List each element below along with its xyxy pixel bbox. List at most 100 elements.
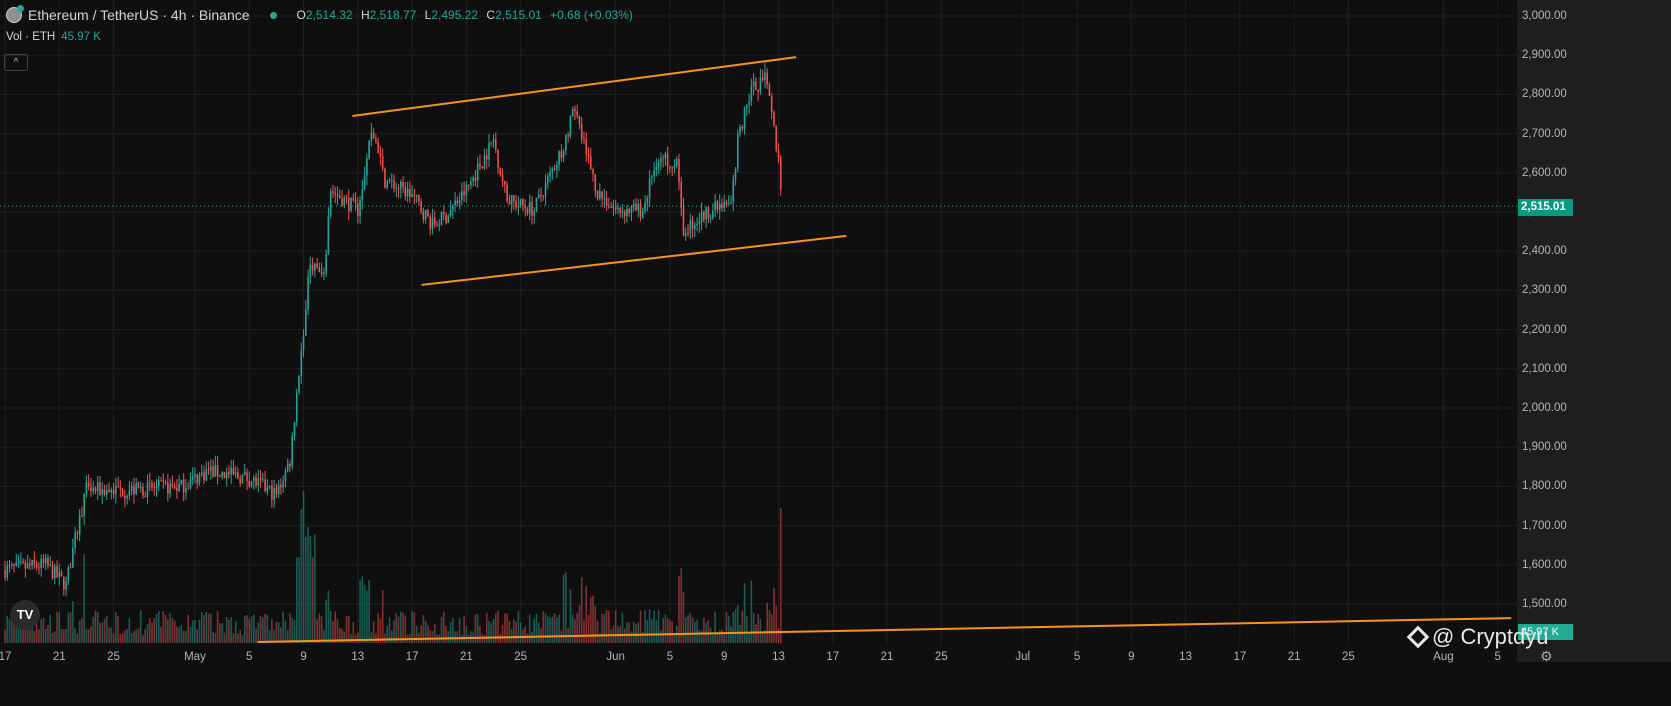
volume-bar [682, 591, 685, 643]
volume-bar [350, 634, 352, 643]
volume-bar [433, 624, 436, 643]
volume-bar [750, 580, 753, 643]
candle-body [171, 483, 174, 487]
candle-body [433, 217, 436, 225]
candle-body [10, 564, 13, 566]
candle-body [345, 197, 348, 199]
candle-body [485, 155, 488, 160]
candle-body [519, 199, 522, 206]
candle-body [219, 476, 221, 478]
volume-bar [727, 616, 730, 643]
time-tick-label: 17 [826, 651, 840, 663]
volume-bar [216, 611, 219, 643]
volume-bar [232, 633, 235, 643]
candle-body [725, 201, 728, 205]
price-axis[interactable]: 3,000.00 2,900.00 2,800.00 2,700.00 2,600.00… [1517, 0, 1671, 662]
price-chart[interactable] [0, 0, 1517, 662]
candle-body [696, 223, 698, 226]
candle-body [257, 478, 260, 486]
price-tick-label: 2,100.00 [1522, 362, 1567, 375]
candle-body [452, 205, 454, 211]
volume-bar [626, 622, 628, 643]
candle-body [137, 482, 140, 488]
volume-bar [666, 618, 669, 643]
price-tick-label: 3,000.00 [1522, 10, 1567, 22]
candle-body [770, 95, 773, 113]
candle-body [112, 489, 115, 495]
candle-body [723, 201, 726, 209]
volume-bar [743, 582, 746, 643]
candle-body [551, 168, 554, 172]
candle-body [295, 392, 298, 423]
candle-body [651, 176, 653, 179]
volume-bar [307, 527, 309, 643]
volume-bar [124, 630, 126, 643]
candle-body [336, 194, 339, 196]
candle-body [768, 84, 771, 96]
volume-bar [537, 622, 540, 643]
candle-body [637, 203, 640, 211]
volume-bar [191, 620, 194, 643]
candle-body [427, 209, 429, 217]
candle-body [617, 207, 619, 210]
volume-bar [519, 622, 522, 643]
volume-bar [603, 613, 606, 643]
volume-bar [614, 610, 617, 643]
volume-bar [714, 611, 716, 643]
volume-bar [605, 610, 608, 643]
volume-bar [223, 632, 226, 643]
volume-bar [225, 616, 228, 643]
volume-bar [160, 626, 162, 643]
price-tick-label: 1,700.00 [1522, 519, 1567, 532]
candle-body [449, 210, 452, 216]
candle-body [418, 195, 420, 202]
candle-body [110, 489, 113, 493]
volume-bar [601, 614, 603, 643]
candle-body [144, 495, 147, 497]
candle-body [479, 163, 481, 167]
volume-bar [185, 630, 187, 643]
market-status-icon [269, 11, 277, 19]
candle-body [316, 263, 318, 268]
candle-body [524, 205, 526, 209]
volume-bar [167, 619, 169, 643]
volume-bar [230, 617, 232, 643]
candle-body [406, 188, 409, 197]
time-tick-label: 5 [1073, 651, 1081, 663]
candle-body [574, 109, 576, 112]
candle-body [623, 211, 626, 216]
volume-bar [759, 618, 762, 643]
volume-bar [115, 612, 117, 643]
candle-body [614, 207, 617, 210]
settings-icon[interactable]: ⚙ [1540, 648, 1553, 665]
candle-body [470, 181, 472, 186]
volume-bar [83, 553, 85, 643]
candle-body [580, 124, 583, 140]
candle-body [397, 187, 400, 189]
volume-bar [221, 622, 223, 643]
candle-body [684, 232, 687, 236]
volume-bar [108, 627, 110, 643]
candle-body [465, 184, 468, 196]
volume-bar [368, 580, 370, 643]
volume-bar [734, 608, 737, 643]
volume-bar [698, 629, 701, 643]
volume-bar [716, 633, 719, 643]
symbol-title[interactable]: Ethereum / TetherUS · 4h · Binance [28, 7, 250, 23]
tradingview-logo[interactable]: TV [10, 600, 40, 630]
candle-body [375, 138, 377, 142]
candle-body [162, 480, 165, 482]
volume-bar [96, 612, 99, 643]
volume-bar [700, 630, 703, 643]
candle-body [605, 198, 608, 207]
collapse-legend-button[interactable]: ^ [4, 54, 28, 71]
volume-bar [499, 634, 502, 643]
candle-body [648, 178, 651, 198]
volume-bar [755, 624, 757, 643]
volume-bar [483, 634, 486, 643]
candle-body [182, 479, 185, 493]
volume-bar [130, 633, 133, 643]
volume-bar [101, 622, 104, 643]
volume-bar [241, 634, 244, 643]
candle-body [712, 210, 714, 218]
